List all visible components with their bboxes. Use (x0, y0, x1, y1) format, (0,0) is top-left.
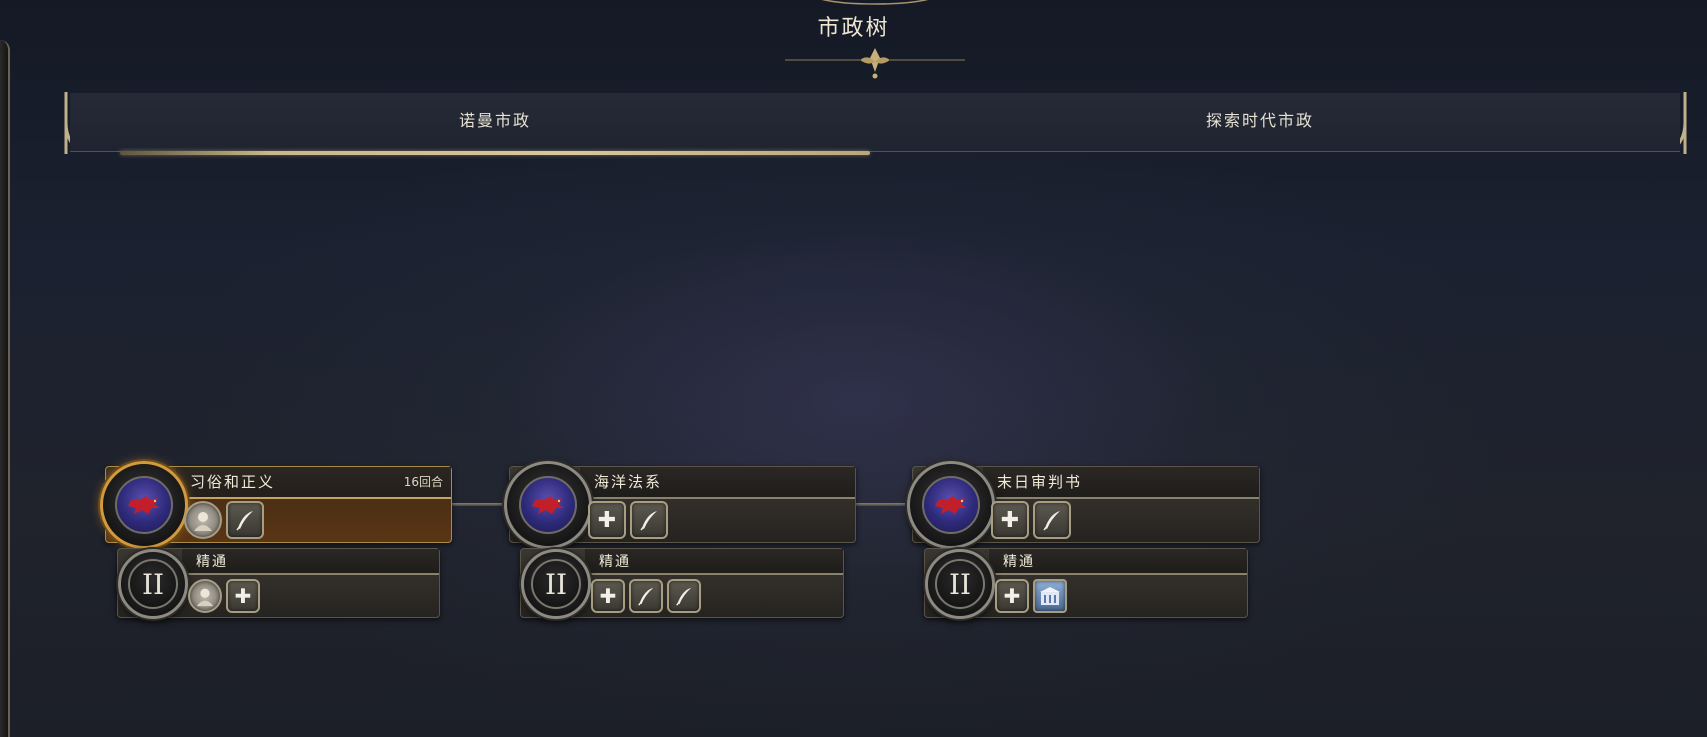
tab-exploration-age-civics[interactable]: 探索时代市政 (880, 93, 1640, 149)
plus-icon[interactable]: ✚ (226, 579, 260, 613)
quill-icon[interactable] (1033, 501, 1071, 539)
mastery-label: 精通 (1003, 554, 1035, 570)
quill-icon[interactable] (629, 579, 663, 613)
civic-header: 海洋法系 (580, 467, 855, 499)
civic-header: 习俗和正义 16回合 (176, 467, 451, 499)
mastery-node-domesday-book[interactable]: 精通 II ✚ (924, 548, 1248, 619)
tab-label: 诺曼市政 (458, 111, 531, 130)
quill-icon[interactable] (630, 501, 668, 539)
building-icon[interactable] (1033, 579, 1067, 613)
civic-node-domesday-book[interactable]: 末日审判书 ✚ (907, 461, 1260, 549)
norman-lion-emblem-icon (519, 476, 577, 534)
civic-name: 海洋法系 (594, 473, 663, 491)
quill-icon[interactable] (226, 501, 264, 539)
unit-portrait-icon[interactable] (188, 579, 222, 613)
mastery-numeral: II (531, 559, 581, 609)
mastery-medallion[interactable]: II (521, 549, 591, 619)
tree-connector (450, 503, 506, 506)
mastery-unlocks: ✚ (995, 579, 1067, 613)
mastery-header: 精通 (585, 549, 843, 575)
mastery-node-customs-and-justice[interactable]: 精通 II ✚ (117, 548, 440, 619)
civic-name: 末日审判书 (997, 473, 1083, 491)
mastery-label: 精通 (599, 554, 631, 570)
civic-node-maritime-law[interactable]: 海洋法系 ✚ (504, 461, 856, 549)
mastery-header: 精通 (182, 549, 439, 575)
civic-medallion[interactable] (100, 461, 188, 549)
civic-name: 习俗和正义 (190, 473, 276, 491)
mastery-medallion[interactable]: II (925, 549, 995, 619)
civic-unlocks: ✚ (588, 501, 668, 539)
unit-portrait-icon[interactable] (184, 501, 222, 539)
civic-unlocks: ✚ (991, 501, 1071, 539)
tab-norman-civics[interactable]: 诺曼市政 (120, 93, 870, 149)
norman-lion-emblem-icon (115, 476, 173, 534)
active-tab-underline (120, 151, 870, 155)
tab-label: 探索时代市政 (1205, 111, 1314, 130)
civics-tree-screen: { "screen": { "title": "市政树" }, "tabs": … (0, 0, 1707, 737)
mastery-unlocks: ✚ (591, 579, 701, 613)
title-ornament-icon (785, 48, 965, 79)
plus-icon[interactable]: ✚ (995, 579, 1029, 613)
civic-turns: 16回合 (403, 475, 443, 489)
civic-node-customs-and-justice[interactable]: 习俗和正义 16回合 (100, 461, 452, 549)
norman-lion-emblem-icon (922, 476, 980, 534)
page-title: 市政树 (817, 16, 890, 41)
mastery-node-maritime-law[interactable]: 精通 II ✚ (520, 548, 844, 619)
civic-medallion[interactable] (504, 461, 592, 549)
civic-header: 末日审判书 (983, 467, 1259, 499)
mastery-unlocks: ✚ (188, 579, 260, 613)
mastery-medallion[interactable]: II (118, 549, 188, 619)
civic-medallion[interactable] (907, 461, 995, 549)
quill-icon[interactable] (667, 579, 701, 613)
plus-icon[interactable]: ✚ (591, 579, 625, 613)
plus-icon[interactable]: ✚ (991, 501, 1029, 539)
mastery-header: 精通 (989, 549, 1247, 575)
mastery-numeral: II (935, 559, 985, 609)
plus-icon[interactable]: ✚ (588, 501, 626, 539)
left-panel-edge (0, 40, 10, 737)
top-ornament-icon (821, 0, 929, 5)
civics-tabs: 诺曼市政 探索时代市政 (70, 93, 1680, 155)
mastery-numeral: II (128, 559, 178, 609)
civic-unlocks (184, 501, 264, 539)
mastery-label: 精通 (196, 554, 228, 570)
tree-connector (853, 503, 909, 506)
